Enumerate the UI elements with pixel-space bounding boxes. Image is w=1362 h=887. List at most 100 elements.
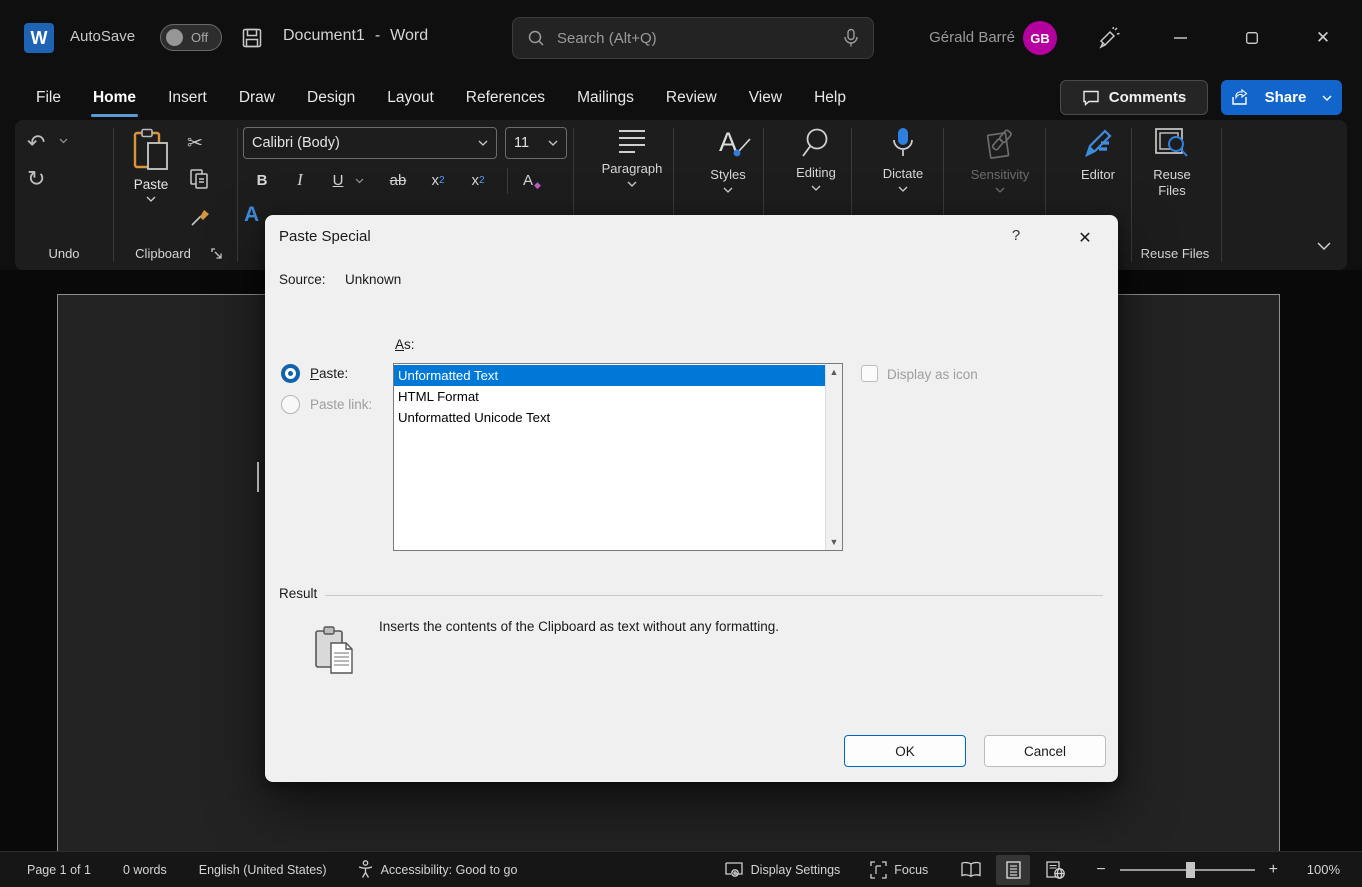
tab-mailings[interactable]: Mailings xyxy=(561,76,650,120)
strikethrough-button[interactable]: ab xyxy=(381,165,415,195)
list-item[interactable]: HTML Format xyxy=(394,386,825,407)
ok-button[interactable]: OK xyxy=(844,735,966,767)
list-item[interactable]: Unformatted Unicode Text xyxy=(394,407,825,428)
paste-special-dialog: Paste Special ? ✕ Source: Unknown As: Pa… xyxy=(265,215,1118,782)
zoom-slider[interactable] xyxy=(1120,869,1255,871)
status-bar: Page 1 of 1 0 words English (United Stat… xyxy=(0,851,1362,887)
focus-button[interactable]: Focus xyxy=(870,861,928,879)
help-button[interactable]: ? xyxy=(1006,227,1026,244)
share-button[interactable]: Share xyxy=(1221,80,1342,115)
close-button[interactable]: ✕ xyxy=(1301,18,1345,58)
web-layout-button[interactable] xyxy=(1038,855,1072,885)
language-indicator[interactable]: English (United States) xyxy=(199,863,327,877)
title-bar: W AutoSave Off Document1 - Word Géral xyxy=(0,0,1362,76)
undo-dropdown-icon[interactable] xyxy=(59,138,68,144)
display-settings-button[interactable]: Display Settings xyxy=(724,861,841,878)
read-mode-button[interactable] xyxy=(954,855,988,885)
styles-group-button[interactable]: A Styles xyxy=(683,127,773,193)
word-count[interactable]: 0 words xyxy=(123,863,167,877)
font-name-combo[interactable]: Calibri (Body) xyxy=(243,127,497,159)
tab-insert[interactable]: Insert xyxy=(152,76,223,120)
minimize-button[interactable] xyxy=(1158,18,1202,58)
chevron-down-icon xyxy=(627,181,637,187)
reuse-files-label: Reuse Files xyxy=(1139,167,1205,199)
paste-radio-label[interactable]: Paste: xyxy=(310,366,348,381)
superscript-mark: 2 xyxy=(479,175,485,186)
tab-home[interactable]: Home xyxy=(77,76,152,120)
paste-label-accel: P xyxy=(310,366,319,381)
sensitivity-label: Sensitivity xyxy=(971,167,1030,183)
zoom-level[interactable]: 100% xyxy=(1298,862,1340,877)
cut-icon[interactable]: ✂ xyxy=(187,132,203,155)
copy-icon[interactable] xyxy=(189,168,209,190)
tab-file[interactable]: File xyxy=(20,76,77,120)
search-input[interactable] xyxy=(557,30,831,47)
zoom-in-button[interactable]: + xyxy=(1269,861,1278,879)
maximize-button[interactable] xyxy=(1230,18,1274,58)
list-item[interactable]: Unformatted Text xyxy=(394,365,825,386)
collapse-ribbon-icon[interactable] xyxy=(1317,242,1331,250)
group-divider xyxy=(1131,128,1132,262)
clear-formatting-button[interactable]: A ◆ xyxy=(515,165,549,195)
share-icon xyxy=(1231,89,1249,106)
paste-as-listbox[interactable]: Unformatted Text HTML Format Unformatted… xyxy=(393,363,843,551)
tab-design[interactable]: Design xyxy=(291,76,371,120)
accessibility-status[interactable]: Accessibility: Good to go xyxy=(357,860,518,879)
reuse-files-button[interactable]: Reuse Files xyxy=(1139,127,1205,199)
dialog-close-icon[interactable]: ✕ xyxy=(1070,223,1100,253)
subscript-button[interactable]: x2 xyxy=(421,165,455,195)
app-name: Word xyxy=(390,27,428,45)
tab-review[interactable]: Review xyxy=(650,76,733,120)
bold-button[interactable]: B xyxy=(245,165,279,195)
tab-references[interactable]: References xyxy=(450,76,561,120)
editing-group-button[interactable]: Editing xyxy=(771,127,861,191)
dictate-button[interactable]: Dictate xyxy=(858,127,948,192)
web-layout-icon xyxy=(1046,861,1065,879)
tab-view[interactable]: View xyxy=(733,76,798,120)
underline-dropdown-icon[interactable] xyxy=(355,178,364,184)
comment-icon xyxy=(1082,90,1100,106)
paste-radio[interactable] xyxy=(281,364,300,383)
italic-button[interactable]: I xyxy=(283,165,317,195)
editor-button[interactable]: Editor xyxy=(1053,127,1143,183)
undo-icon[interactable]: ↶ xyxy=(27,130,45,156)
scroll-up-icon[interactable]: ▲ xyxy=(830,367,839,377)
redo-icon[interactable]: ↻ xyxy=(27,166,45,192)
paste-button[interactable]: Paste xyxy=(123,128,179,202)
paragraph-group-button[interactable]: Paragraph xyxy=(587,127,677,187)
underline-button[interactable]: U xyxy=(321,165,355,195)
autosave-state: Off xyxy=(191,30,208,45)
text-effects-button[interactable]: A xyxy=(244,203,259,227)
tab-layout[interactable]: Layout xyxy=(371,76,450,120)
tab-help[interactable]: Help xyxy=(798,76,862,120)
autosave-toggle[interactable]: Off xyxy=(160,24,222,51)
superscript-button[interactable]: x2 xyxy=(461,165,495,195)
chevron-down-icon xyxy=(898,186,908,192)
scroll-down-icon[interactable]: ▼ xyxy=(830,537,839,547)
paste-dropdown-icon[interactable] xyxy=(146,196,156,202)
zoom-slider-thumb[interactable] xyxy=(1186,862,1195,878)
voice-search-icon[interactable] xyxy=(843,28,859,48)
tab-draw[interactable]: Draw xyxy=(223,76,291,120)
listbox-scrollbar[interactable]: ▲ ▼ xyxy=(825,364,842,550)
cancel-button[interactable]: Cancel xyxy=(984,735,1106,767)
source-value: Unknown xyxy=(345,272,401,287)
font-size-combo[interactable]: 11 xyxy=(505,127,567,159)
comments-button[interactable]: Comments xyxy=(1060,80,1208,115)
user-name[interactable]: Gérald Barré xyxy=(905,29,1015,46)
result-group-label: Result xyxy=(279,586,317,601)
clipboard-dialog-launcher-icon[interactable] xyxy=(211,248,224,261)
zoom-out-button[interactable]: − xyxy=(1096,861,1105,879)
focus-label: Focus xyxy=(894,863,928,877)
accessibility-label: Accessibility: Good to go xyxy=(381,863,518,877)
avatar[interactable]: GB xyxy=(1023,21,1057,55)
format-painter-icon[interactable] xyxy=(189,206,211,228)
search-box[interactable] xyxy=(512,17,874,59)
chevron-down-icon xyxy=(811,185,821,191)
page-indicator[interactable]: Page 1 of 1 xyxy=(27,863,91,877)
print-layout-button[interactable] xyxy=(996,855,1030,885)
superscript-base: x xyxy=(471,172,479,189)
save-icon[interactable] xyxy=(241,27,263,49)
feedback-icon[interactable] xyxy=(1096,26,1122,52)
share-dropdown-icon[interactable] xyxy=(1322,95,1332,101)
